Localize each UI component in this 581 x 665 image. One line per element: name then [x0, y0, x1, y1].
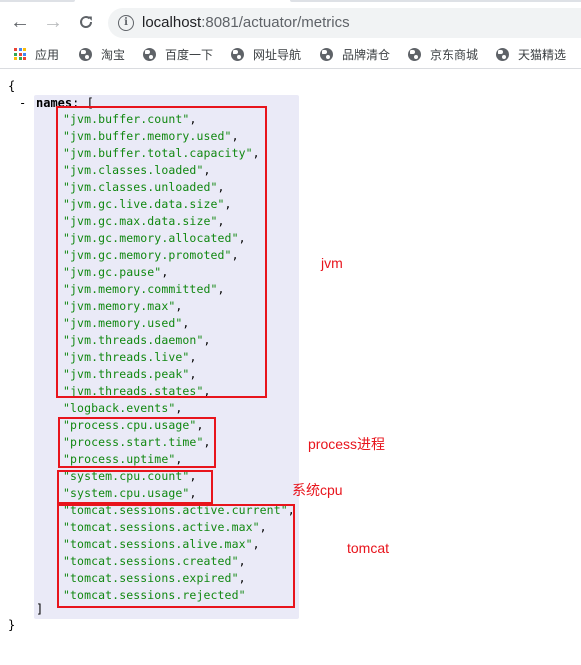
bookmark-label: 应用: [35, 47, 60, 62]
bookmark-apps[interactable]: 应用: [14, 45, 59, 63]
address-bar[interactable]: i localhost:8081/actuator/metrics: [108, 8, 581, 38]
info-icon[interactable]: i: [118, 15, 134, 31]
bookmark-tmall[interactable]: 天猫精选: [496, 45, 566, 63]
system-cpu-annotation-label: 系统cpu: [292, 482, 343, 498]
collapse-toggle[interactable]: -: [19, 96, 26, 110]
reload-icon: [80, 16, 93, 28]
apps-dot: [23, 57, 26, 60]
bookmark-label: 淘宝: [101, 47, 126, 62]
jvm-annotation-label: jvm: [321, 255, 343, 271]
globe-icon: [496, 47, 509, 61]
bookmark-label: 网址导航: [253, 47, 302, 62]
bookmark-nav[interactable]: 网址导航: [231, 45, 301, 63]
apps-dot: [14, 52, 17, 56]
apps-dot: [23, 48, 26, 51]
close-bracket: ]: [36, 602, 44, 616]
bookmark-label: 京东商城: [430, 47, 479, 62]
bookmark-taobao[interactable]: 淘宝: [79, 45, 125, 63]
close-brace: }: [8, 618, 16, 632]
globe-icon: [408, 47, 421, 61]
url-text[interactable]: localhost:8081/actuator/metrics: [142, 14, 350, 31]
metric-name-string: "logback.events": [63, 401, 176, 415]
globe-icon: [143, 47, 156, 61]
bookmark-label: 品牌清仓: [342, 47, 391, 62]
tomcat-annotation-label: tomcat: [347, 540, 390, 556]
bookmark-clearance[interactable]: 品牌清仓: [320, 45, 390, 63]
apps-dot: [18, 57, 22, 60]
globe-icon: [231, 47, 244, 61]
apps-dot: [14, 57, 17, 60]
open-brace: {: [8, 79, 16, 93]
apps-dot: [18, 48, 22, 51]
apps-dot: [14, 48, 17, 51]
reload-button[interactable]: [74, 10, 98, 34]
globe-icon: [79, 47, 92, 61]
bookmark-label: 百度一下: [165, 47, 214, 62]
bookmarks-bar: 应用 淘宝 百度一下 网址导航 品牌清仓 京东商城 天猫精选: [0, 40, 581, 69]
globe-icon: [320, 47, 333, 61]
browser-toolbar: ← → i localhost:8081/actuator/metrics: [0, 6, 581, 38]
json-viewer: { - names: [ "jvm.buffer.count", "jvm.buf…: [0, 69, 581, 665]
url-host: localhost: [142, 14, 202, 31]
bookmark-label: 天猫精选: [518, 47, 567, 62]
tab-edge: [0, 0, 75, 2]
jvm-annotation-box: [56, 106, 267, 398]
forward-button[interactable]: →: [41, 10, 65, 34]
process-annotation-label: process进程: [308, 436, 386, 452]
tomcat-annotation-box: [57, 504, 295, 608]
url-path: :8081/actuator/metrics: [201, 14, 350, 31]
comma: ,: [175, 401, 183, 415]
bookmark-baidu[interactable]: 百度一下: [143, 45, 213, 63]
tab-edge: [290, 0, 581, 2]
back-button[interactable]: ←: [8, 10, 32, 34]
metric-name-item: "logback.events",: [63, 401, 182, 415]
apps-dot: [23, 52, 26, 56]
bookmark-jd[interactable]: 京东商城: [408, 45, 478, 63]
arrow-right-icon: →: [43, 10, 63, 33]
arrow-left-icon: ←: [10, 10, 30, 33]
apps-dot: [18, 52, 22, 56]
system-annotation-box: [57, 470, 213, 504]
apps-grid-icon: [14, 48, 26, 60]
process-annotation-box: [58, 417, 216, 468]
